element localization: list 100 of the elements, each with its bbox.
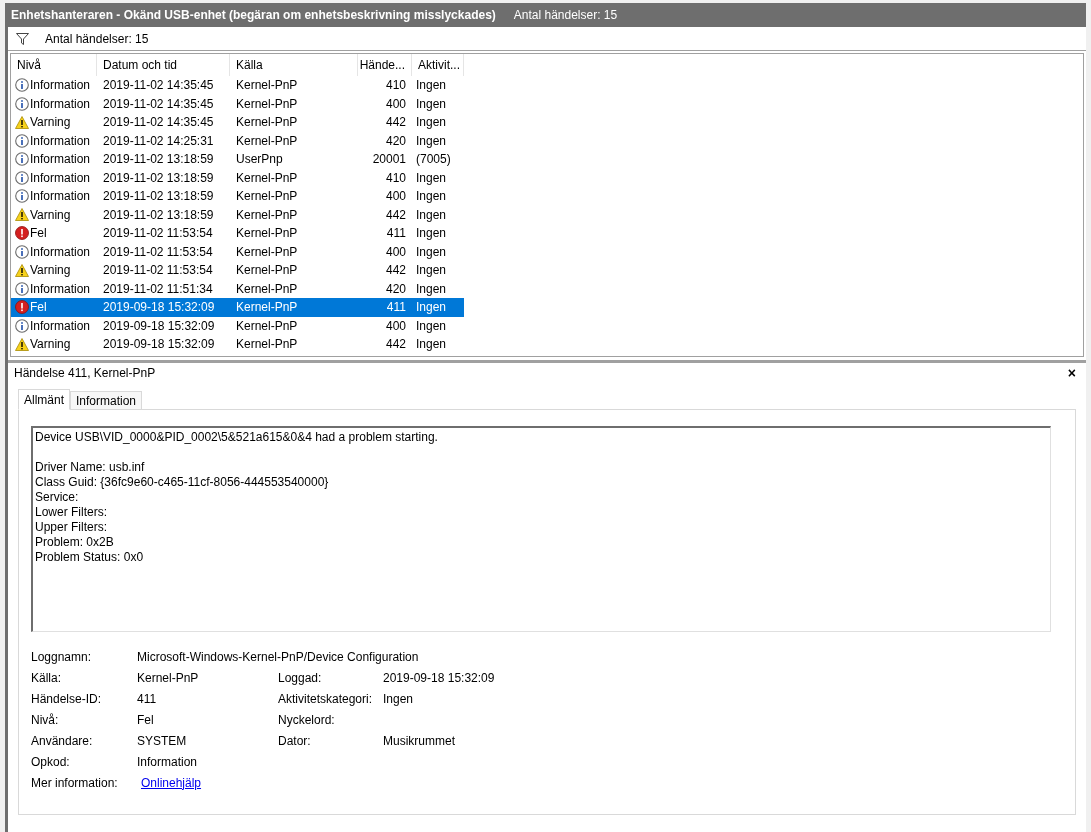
event-row[interactable]: Information 2019-11-02 14:35:45 Kernel-PnP 410 Ingen — [11, 76, 464, 95]
event-row[interactable]: Fel 2019-09-18 15:32:09 Kernel-PnP 411 Ingen — [11, 298, 464, 317]
table-cell-text: Ingen — [415, 280, 448, 298]
event-row[interactable]: Information 2019-11-02 13:18:59 UserPnp 20001 (7005) — [11, 150, 464, 169]
event-row[interactable]: Varning 2019-11-02 11:53:54 Kernel-PnP 442 Ingen — [11, 261, 464, 280]
table-cell-text: Information — [30, 169, 91, 187]
table-cell-text: Ingen — [415, 317, 448, 335]
table-cell-text: 411 — [385, 225, 407, 243]
property-value: Ingen — [383, 690, 414, 708]
property-value: Kernel-PnP — [137, 669, 200, 687]
table-cell-text: 442 — [384, 114, 407, 132]
event-row[interactable]: Information 2019-11-02 11:51:34 Kernel-PnP 420 Ingen — [11, 279, 464, 298]
table-cell-text: 2019-11-02 13:18:59 — [102, 188, 215, 206]
info-icon — [15, 170, 29, 185]
table-cell-text: Kernel-PnP — [235, 114, 299, 132]
table-cell-text: 442 — [384, 206, 407, 224]
table-cell-text: Ingen — [415, 243, 448, 261]
table-cell-text: Kernel-PnP — [235, 188, 299, 206]
error-icon — [15, 300, 29, 315]
property-value: 2019-09-18 15:32:09 — [383, 669, 495, 687]
property-value: Microsoft-Windows-Kernel-PnP/Device Configuration — [137, 648, 419, 666]
table-cell-text: Ingen — [415, 77, 448, 95]
event-row[interactable]: Information 2019-11-02 14:25:31 Kernel-PnP 420 Ingen — [11, 131, 464, 150]
details-title: Händelse 411, Kernel-PnP — [14, 365, 156, 382]
table-cell-text: 2019-11-02 14:35:45 — [102, 95, 215, 113]
table-cell-text: 420 — [384, 280, 407, 298]
table-cell-text: Varning — [30, 114, 71, 132]
table-cell-text: Fel — [30, 225, 47, 243]
event-count: Antal händelser: 15 — [513, 7, 618, 24]
table-cell-text: 2019-09-18 15:32:09 — [102, 317, 216, 335]
table-cell-text: 400 — [384, 188, 407, 206]
table-cell-text: 400 — [384, 95, 407, 113]
table-cell-text: Ingen — [415, 336, 448, 354]
property-label: Källa: — [31, 669, 63, 687]
table-cell-text: Ingen — [415, 95, 448, 113]
message-line: Service: — [35, 490, 80, 505]
table-cell-text: (7005) — [415, 151, 452, 169]
table-cell-text: 2019-09-18 15:32:09 — [102, 299, 216, 317]
column-header[interactable]: Källa — [230, 54, 358, 76]
table-cell-text: 2019-11-02 11:53:54 — [102, 262, 214, 280]
table-cell-text: UserPnp — [235, 151, 284, 169]
event-row[interactable]: Varning 2019-11-02 13:18:59 Kernel-PnP 442 Ingen — [11, 205, 464, 224]
column-header[interactable]: Datum och tid — [97, 54, 230, 76]
message-line: Upper Filters: — [35, 520, 109, 535]
table-cell-text: Information — [30, 280, 91, 298]
warning-icon — [15, 208, 29, 222]
table-cell-text: Ingen — [415, 206, 448, 224]
table-cell-text: Ingen — [415, 169, 448, 187]
table-cell-text: Ingen — [415, 225, 448, 243]
table-cell-text: Kernel-PnP — [235, 299, 299, 317]
table-cell-text: 2019-11-02 13:18:59 — [102, 151, 215, 169]
event-row[interactable]: Varning 2019-09-18 15:32:09 Kernel-PnP 442 Ingen — [11, 335, 464, 354]
online-help-link[interactable]: Onlinehjälp — [141, 773, 202, 792]
event-row[interactable]: Fel 2019-11-02 11:53:54 Kernel-PnP 411 Ingen — [11, 224, 464, 243]
property-label: Nivå: — [31, 711, 60, 729]
filter-count: Antal händelser: 15 — [45, 30, 149, 48]
column-header[interactable]: Aktivit... — [412, 54, 464, 76]
table-cell-text: Kernel-PnP — [235, 169, 299, 187]
table-cell-text: Kernel-PnP — [235, 77, 299, 95]
table-cell-text: Kernel-PnP — [235, 225, 299, 243]
property-label: Aktivitetskategori: — [278, 690, 374, 708]
table-cell-text: 400 — [384, 243, 407, 261]
table-cell-text: Information — [30, 95, 91, 113]
close-button[interactable]: × — [1063, 366, 1080, 380]
message-text: Device USB\VID_0000&PID_0002\5&521a615&0&4 had a problem starting. — [35, 430, 439, 445]
table-cell-text: Ingen — [415, 188, 448, 206]
message-line: Problem: 0x2B — [35, 535, 115, 550]
event-row[interactable]: Information 2019-11-02 13:18:59 Kernel-PnP 410 Ingen — [11, 168, 464, 187]
warning-icon — [15, 115, 29, 129]
info-icon — [15, 244, 29, 259]
filter-icon[interactable] — [16, 32, 29, 45]
event-row[interactable]: Information 2019-11-02 13:18:59 Kernel-PnP 400 Ingen — [11, 187, 464, 206]
table-cell-text: 2019-11-02 11:53:54 — [102, 243, 214, 261]
event-row[interactable]: Information 2019-11-02 11:53:54 Kernel-PnP 400 Ingen — [11, 242, 464, 261]
property-label: Användare: — [31, 732, 94, 750]
table-cell-text: Ingen — [415, 132, 448, 150]
error-icon — [15, 226, 29, 241]
property-value: 411 — [137, 690, 158, 708]
property-label: Mer information: — [31, 774, 119, 792]
event-row[interactable]: Varning 2019-11-02 14:35:45 Kernel-PnP 442 Ingen — [11, 113, 464, 132]
property-value: Fel — [137, 711, 155, 729]
column-header[interactable]: Hände... — [358, 54, 412, 76]
tab[interactable]: Allmänt — [18, 389, 70, 410]
property-value: Musikrummet — [383, 732, 455, 750]
event-row[interactable]: Information 2019-09-18 15:32:09 Kernel-PnP 400 Ingen — [11, 316, 464, 335]
table-cell-text: Information — [30, 188, 91, 206]
event-row[interactable]: Information 2019-11-02 14:35:45 Kernel-PnP 400 Ingen — [11, 94, 464, 113]
info-icon — [15, 152, 29, 167]
table-cell-text: 442 — [384, 262, 407, 280]
table-cell-text: 20001 — [371, 151, 407, 169]
property-label: Nyckelord: — [278, 711, 336, 729]
warning-icon — [15, 263, 29, 277]
table-cell-text: 2019-11-02 14:25:31 — [102, 132, 215, 150]
table-cell-text: 2019-11-02 14:35:45 — [102, 114, 215, 132]
table-cell-text: 2019-11-02 11:53:54 — [102, 225, 214, 243]
table-cell-text: 410 — [384, 169, 407, 187]
table-cell-text: Information — [30, 243, 91, 261]
table-cell-text: Information — [30, 77, 91, 95]
table-cell-text: Kernel-PnP — [235, 206, 299, 224]
column-header[interactable]: Nivå — [11, 54, 97, 76]
